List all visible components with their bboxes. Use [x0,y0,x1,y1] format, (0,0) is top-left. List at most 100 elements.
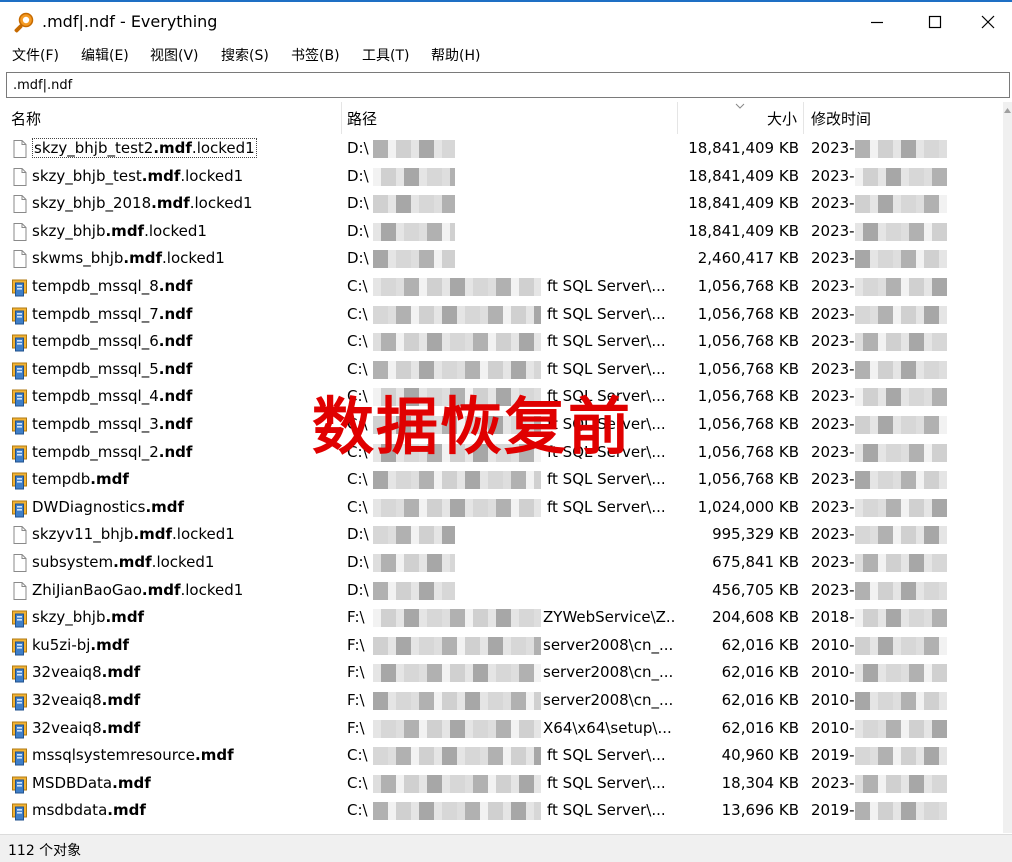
table-row[interactable]: msdbdata.mdf C:\ ft SQL Server\... 13,696 K… [3,797,1003,825]
table-row[interactable]: ZhiJianBaoGao.mdf.locked1 D:\ 456,705 KB 20… [3,577,1003,605]
table-row[interactable]: skzy_bhjb_2018.mdf.locked1 D:\ 18,841,409 … [3,190,1003,218]
file-icon [13,222,27,241]
title-bar[interactable]: .mdf|.ndf - Everything [0,2,1012,42]
maximize-icon [928,15,942,29]
file-name-cell: tempdb_mssql_2.ndf [32,439,337,467]
column-divider[interactable] [341,102,342,134]
file-name-cell: mssqlsystemresource.mdf [32,742,337,770]
size-cell: 18,841,409 KB [688,194,799,213]
menu-tools[interactable]: 工具(T) [362,45,409,65]
modified-date: 2019- [811,746,855,765]
modified-date: 2023- [811,221,855,240]
file-name-match: .mdf [141,166,181,185]
menu-search[interactable]: 搜索(S) [221,45,269,65]
column-divider[interactable] [803,102,804,134]
table-row[interactable]: skwms_bhjb.mdf.locked1 D:\ 2,460,417 KB 202… [3,245,1003,273]
file-name-match: .ndf [158,415,193,433]
redacted-mosaic [373,333,541,352]
table-row[interactable]: skzy_bhjb_test.mdf.locked1 D:\ 18,841,409 … [3,163,1003,191]
file-name: ku5zi-bj.mdf [32,636,129,654]
file-name-base: skzyv11_bhjb [32,525,134,544]
file-icon [13,554,27,572]
redacted-mosaic [855,195,947,214]
file-name-match: .ndf [158,387,193,406]
magnifier-app-icon [14,12,34,33]
file-name-match: .ndf [158,304,193,323]
table-row[interactable]: tempdb_mssql_6.ndf C:\ ft SQL Server\... 1,… [3,328,1003,356]
table-row[interactable]: tempdb_mssql_8.ndf C:\ ft SQL Server\... 1,… [3,273,1003,301]
file-name-match: .ndf [158,277,193,295]
path-cell: D:\ [347,190,677,218]
table-row[interactable]: skzy_bhjb.mdf F:\ ZYWebService\Z... 204,608… [3,604,1003,632]
table-row[interactable]: 32veaiq8.mdf F:\ X64\x64\setup\... 62,016 K… [3,715,1003,743]
path-drive: F:\ [347,691,365,709]
size-cell: 204,608 KB [712,608,799,627]
column-header-modified[interactable]: 修改时间 [811,102,1001,134]
menu-file[interactable]: 文件(F) [12,45,59,65]
menu-bookmarks[interactable]: 书签(B) [291,45,340,65]
file-name-suffix: .locked1 [151,553,215,571]
redacted-mosaic [855,609,947,628]
column-header-path[interactable]: 路径 [347,102,677,134]
size-cell: 1,056,768 KB [697,442,799,461]
file-name-cell: tempdb.mdf [32,466,337,494]
size-cell: 1,056,768 KB [697,415,799,433]
file-name: tempdb_mssql_4.ndf [32,387,192,405]
table-row[interactable]: skzy_bhjb.mdf.locked1 D:\ 18,841,409 KB 202… [3,218,1003,246]
path-drive: F:\ [347,718,365,737]
table-row[interactable]: subsystem.mdf.locked1 D:\ 675,841 KB 2023- [3,549,1003,577]
column-header-size[interactable]: 大小 [679,102,797,134]
file-name: ZhiJianBaoGao.mdf.locked1 [32,581,243,599]
table-row[interactable]: tempdb.mdf C:\ ft SQL Server\... 1,056,768 … [3,466,1003,494]
table-row[interactable]: skzyv11_bhjb.mdf.locked1 D:\ 995,329 KB 202… [3,521,1003,549]
vertical-scrollbar[interactable] [1003,102,1012,833]
minimize-button[interactable] [848,2,906,42]
modified-cell: 2023- [811,521,1001,549]
modified-date: 2010- [811,691,855,709]
database-file-icon [12,803,27,821]
file-name: skwms_bhjb.mdf.locked1 [32,249,225,267]
modified-cell: 2010- [811,715,1001,743]
file-name-match: .ndf [158,332,193,351]
menu-edit[interactable]: 编辑(E) [81,45,129,65]
table-row[interactable]: mssqlsystemresource.mdf C:\ ft SQL Server\… [3,742,1003,770]
file-name: mssqlsystemresource.mdf [32,746,234,764]
file-name-cell: skwms_bhjb.mdf.locked1 [32,245,337,273]
file-name-base: tempdb_mssql_7 [32,304,159,323]
file-name: skzy_bhjb_test2.mdf.locked1 [32,138,257,158]
file-name-cell: skzy_bhjb.mdf.locked1 [32,218,337,246]
file-name-cell: skzy_bhjb_test.mdf.locked1 [32,163,337,191]
menu-view[interactable]: 视图(V) [150,45,199,65]
redacted-mosaic [855,498,947,517]
table-row[interactable]: skzy_bhjb_test2.mdf.locked1 D:\ 18,841,409… [3,135,1003,163]
path-drive: C:\ [347,801,368,820]
redacted-mosaic [855,581,947,600]
path-cell: D:\ [347,521,677,549]
table-row[interactable]: MSDBData.mdf C:\ ft SQL Server\... 18,304 K… [3,770,1003,798]
scroll-up-arrow-icon[interactable] [1003,106,1012,116]
redacted-mosaic [373,802,541,821]
size-cell: 62,016 KB [721,663,799,682]
table-row[interactable]: 32veaiq8.mdf F:\ server2008\cn_... 62,016 K… [3,687,1003,715]
column-header-name[interactable]: 名称 [11,102,341,134]
file-icon [13,581,27,600]
search-input[interactable] [7,73,1009,97]
menu-bar: 文件(F) 编辑(E) 视图(V) 搜索(S) 书签(B) 工具(T) 帮助(H… [0,42,1012,68]
maximize-button[interactable] [906,2,964,42]
file-name-cell: skzyv11_bhjb.mdf.locked1 [32,521,337,549]
database-file-icon [12,307,27,325]
results-list[interactable]: 名称 路径 大小 修改时间 skzy_bhjb_test2.mdf.locked… [3,102,1003,833]
modified-cell: 2018- [811,604,1001,632]
menu-help[interactable]: 帮助(H) [431,45,480,65]
redacted-mosaic [855,692,947,710]
column-divider[interactable] [677,102,678,134]
table-row[interactable]: ku5zi-bj.mdf F:\ server2008\cn_... 62,016 K… [3,632,1003,660]
table-row[interactable]: 32veaiq8.mdf F:\ server2008\cn_... 62,016 K… [3,659,1003,687]
file-name: tempdb_mssql_7.ndf [32,305,192,323]
file-name-suffix: .locked1 [189,194,253,213]
table-row[interactable]: DWDiagnostics.mdf C:\ ft SQL Server\... 1,0… [3,494,1003,522]
path-drive: D:\ [347,580,369,599]
close-button[interactable] [964,2,1012,42]
file-name-base: DWDiagnostics [32,497,146,516]
table-row[interactable]: tempdb_mssql_7.ndf C:\ ft SQL Server\... 1,… [3,301,1003,329]
